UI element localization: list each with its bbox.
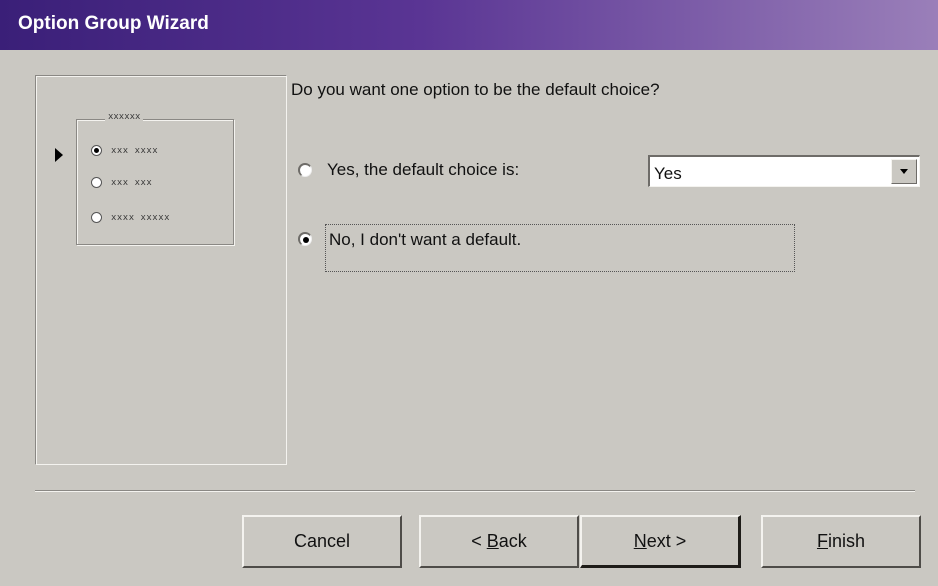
- window-title: Option Group Wizard: [18, 13, 209, 34]
- no-default-radio[interactable]: [298, 232, 312, 246]
- back-label-rest: ack: [498, 531, 527, 551]
- preview-option: xxxx xxxxx: [91, 212, 170, 223]
- preview-radio-icon: [91, 145, 102, 156]
- next-button[interactable]: Next >: [580, 515, 741, 568]
- back-label-key: B: [486, 531, 499, 551]
- preview-option-label: xxx xxx: [111, 177, 153, 188]
- finish-label-key: F: [816, 531, 828, 551]
- chevron-down-icon[interactable]: [891, 159, 917, 184]
- preview-group-caption: xxxxxx: [105, 112, 144, 122]
- finish-button[interactable]: Finish: [761, 515, 921, 568]
- yes-default-radio[interactable]: [298, 163, 312, 177]
- back-label-prefix: <: [471, 531, 487, 551]
- next-label-rest: ext >: [646, 530, 687, 551]
- triangle-right-icon: [55, 148, 63, 162]
- no-default-label[interactable]: No, I don't want a default.: [329, 230, 521, 250]
- wizard-question: Do you want one option to be the default…: [291, 80, 660, 99]
- preview-panel: xxxxxx xxx xxxx xxx xxx xxxx xxxxx: [35, 75, 287, 465]
- preview-option-label: xxxx xxxxx: [111, 212, 171, 223]
- cancel-button[interactable]: Cancel: [242, 515, 402, 568]
- cancel-label: Cancel: [293, 531, 351, 551]
- preview-radio-icon: [91, 177, 102, 188]
- yes-default-label[interactable]: Yes, the default choice is:: [327, 160, 519, 180]
- preview-option: xxx xxx: [91, 177, 152, 188]
- separator: [35, 490, 915, 492]
- default-choice-combo[interactable]: Yes: [648, 155, 920, 187]
- preview-option-group: xxxxxx xxx xxxx xxx xxx xxxx xxxxx: [76, 112, 234, 245]
- preview-option-label: xxx xxxx: [111, 145, 159, 156]
- title-bar: Option Group Wizard: [0, 0, 938, 50]
- preview-option: xxx xxxx: [91, 145, 158, 156]
- default-choice-value: Yes: [654, 164, 682, 183]
- finish-label-rest: inish: [827, 531, 866, 551]
- preview-radio-icon: [91, 212, 102, 223]
- back-button[interactable]: < Back: [419, 515, 579, 568]
- next-label-key: N: [633, 530, 647, 551]
